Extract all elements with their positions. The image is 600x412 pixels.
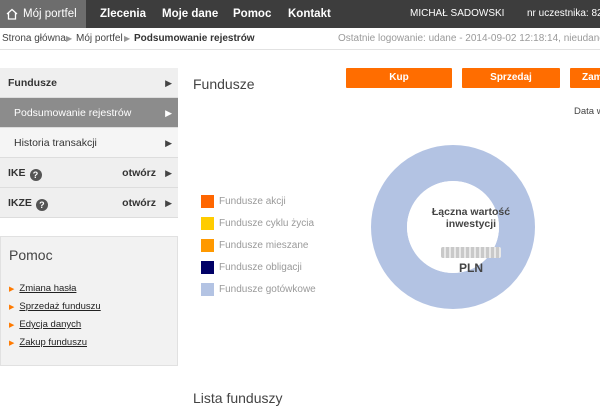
ike-open-link[interactable]: otwórz <box>122 158 156 188</box>
sidebar-item-podsumowanie[interactable]: Podsumowanie rejestrów ▶ <box>0 98 178 128</box>
sidebar-item-fundusze[interactable]: Fundusze ▶ <box>0 68 178 98</box>
help-link-label: Zmiana hasła <box>19 283 77 294</box>
sidebar-item-label: IKE <box>8 167 26 179</box>
legend-label: Fundusze mieszane <box>219 240 309 251</box>
date-label: Data w <box>574 106 600 117</box>
nav-home[interactable]: Mój portfel <box>0 0 86 28</box>
help-title: Pomoc <box>9 247 53 263</box>
breadcrumb: Strona główna ▶ Mój portfel ▶ Podsumowan… <box>0 28 600 50</box>
sidebar-item-label: Historia transakcji <box>14 137 97 149</box>
legend-swatch <box>201 195 214 208</box>
breadcrumb-separator-icon: ▶ <box>124 34 131 43</box>
chevron-right-icon: ▶ <box>165 108 172 118</box>
legend-label: Fundusze akcji <box>219 196 286 207</box>
breadcrumb-portfolio[interactable]: Mój portfel <box>76 28 123 49</box>
page: Mój portfel Zlecenia Moje dane Pomoc Kon… <box>0 0 600 412</box>
legend-label: Fundusze cyklu życia <box>219 218 315 229</box>
help-icon[interactable]: ? <box>29 169 42 181</box>
nav-zlecenia[interactable]: Zlecenia <box>100 0 146 28</box>
legend-swatch <box>201 239 214 252</box>
legend-swatch <box>201 283 214 296</box>
order-button[interactable]: Zam <box>570 68 600 88</box>
legend-label: Fundusze gotówkowe <box>219 284 316 295</box>
arrow-right-icon: ▶ <box>9 286 15 293</box>
nav-kontakt[interactable]: Kontakt <box>288 0 331 28</box>
legend-swatch <box>201 217 214 230</box>
help-panel: Pomoc ▶ Zmiana hasła ▶ Sprzedaż funduszu ▶… <box>0 236 178 366</box>
user-name: MICHAŁ SADOWSKI <box>410 8 505 19</box>
sidebar-item-ike[interactable]: IKE? otwórz ▶ <box>0 158 178 188</box>
last-login-info: Ostatnie logowanie: udane - 2014-09-02 1… <box>338 33 600 44</box>
chevron-right-icon: ▶ <box>165 78 172 88</box>
buy-button[interactable]: Kup <box>346 68 452 88</box>
arrow-right-icon: ▶ <box>9 340 15 347</box>
nav-home-label: Mój portfel <box>23 8 77 20</box>
breadcrumb-current: Podsumowanie rejestrów <box>134 33 255 44</box>
chevron-right-icon: ▶ <box>165 138 172 148</box>
nav-pomoc[interactable]: Pomoc <box>233 0 271 28</box>
breadcrumb-home[interactable]: Strona główna <box>2 28 66 49</box>
fund-list-title: Lista funduszy <box>193 390 283 406</box>
chevron-right-icon: ▶ <box>165 198 172 208</box>
top-nav: Mój portfel Zlecenia Moje dane Pomoc Kon… <box>0 0 600 28</box>
currency-label: PLN <box>459 261 483 275</box>
help-icon[interactable]: ? <box>35 199 48 211</box>
sell-button[interactable]: Sprzedaj <box>462 68 560 88</box>
home-icon <box>6 8 18 20</box>
sidebar-item-historia[interactable]: Historia transakcji ▶ <box>0 128 178 158</box>
sidebar-item-label: IKZE <box>8 197 32 209</box>
chevron-right-icon: ▶ <box>165 168 172 178</box>
chart-center-label: Łączna wartość inwestycji <box>431 206 511 230</box>
participant-number: nr uczestnika: 82 <box>527 8 600 19</box>
sidebar-item-ikze[interactable]: IKZE? otwórz ▶ <box>0 188 178 218</box>
help-link-zmiana-hasla[interactable]: ▶ Zmiana hasła <box>9 283 76 294</box>
legend-swatch <box>201 261 214 274</box>
legend-label: Fundusze obligacji <box>219 262 302 273</box>
total-value-masked <box>441 247 501 258</box>
ikze-open-link[interactable]: otwórz <box>122 188 156 218</box>
help-link-edycja[interactable]: ▶ Edycja danych <box>9 319 81 330</box>
help-link-label: Sprzedaż funduszu <box>19 301 101 312</box>
nav-moje-dane[interactable]: Moje dane <box>162 0 218 28</box>
page-title: Fundusze <box>193 76 255 92</box>
sidebar-item-label: Podsumowanie rejestrów <box>14 107 132 119</box>
breadcrumb-separator-icon: ▶ <box>66 34 73 43</box>
help-link-zakup[interactable]: ▶ Zakup funduszu <box>9 337 87 348</box>
arrow-right-icon: ▶ <box>9 304 15 311</box>
help-link-label: Edycja danych <box>19 319 82 330</box>
arrow-right-icon: ▶ <box>9 322 15 329</box>
sidebar-item-label: Fundusze <box>8 77 57 89</box>
help-link-label: Zakup funduszu <box>19 337 87 348</box>
help-link-sprzedaz[interactable]: ▶ Sprzedaż funduszu <box>9 301 101 312</box>
